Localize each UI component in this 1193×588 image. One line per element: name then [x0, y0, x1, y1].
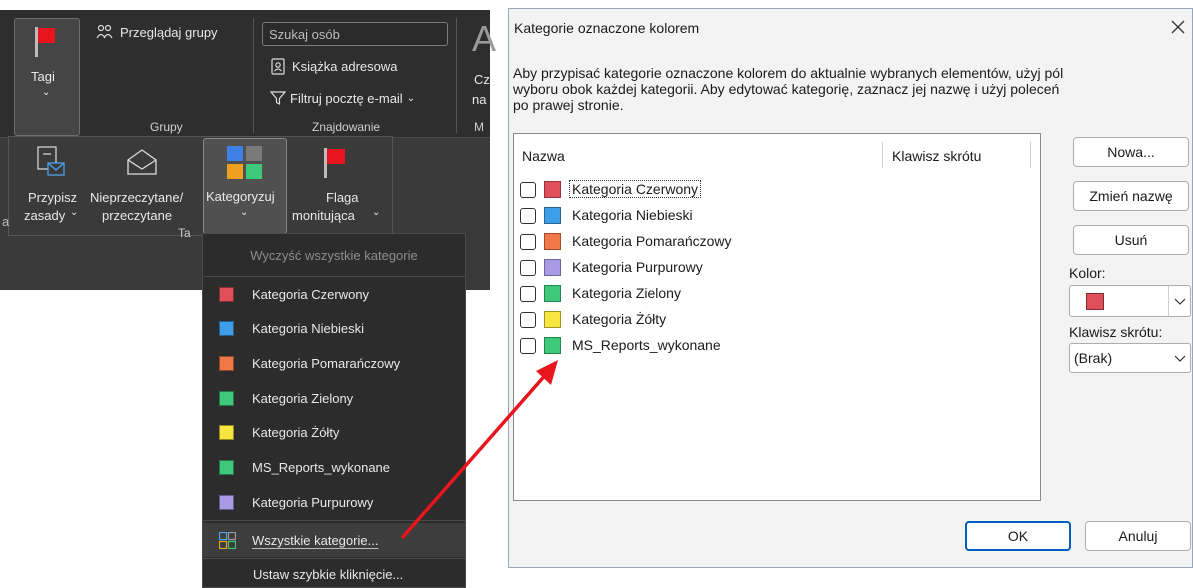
screenshot-stage: Tagi ⌄ Przeglądaj grupy Grupy Szukaj osó…: [0, 0, 1193, 588]
annotation-arrow: [400, 360, 558, 540]
